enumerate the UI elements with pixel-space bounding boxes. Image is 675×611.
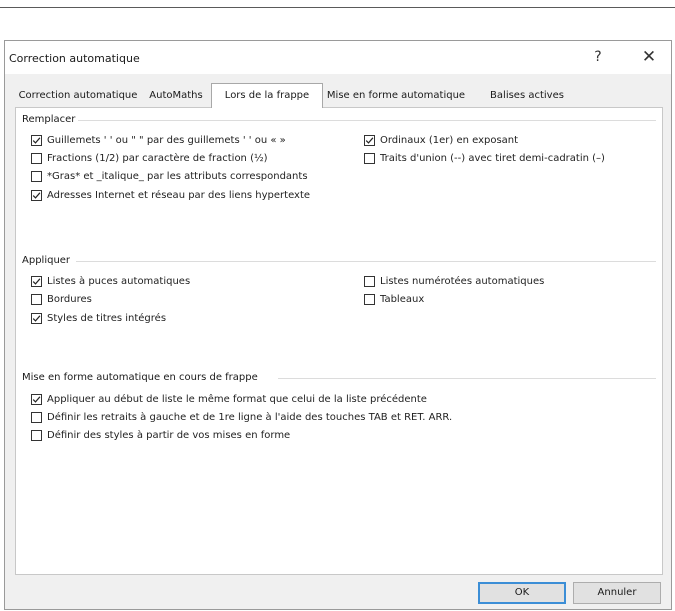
checkbox[interactable] xyxy=(31,135,42,146)
group-title-appliquer: Appliquer xyxy=(22,255,71,266)
option-label: Traits d'union (--) avec tiret demi-cadr… xyxy=(380,153,605,164)
group-divider xyxy=(76,261,656,262)
option-label: Appliquer au début de liste le même form… xyxy=(47,394,427,405)
group-title-remplacer: Remplacer xyxy=(22,114,76,125)
option-label: Listes numérotées automatiques xyxy=(380,276,545,287)
title-bar: Correction automatique ? ✕ xyxy=(5,41,671,74)
help-icon[interactable]: ? xyxy=(586,45,610,69)
option-label: Adresses Internet et réseau par des lien… xyxy=(47,190,311,201)
option-label: Guillemets ' ' ou " " par des guillemets… xyxy=(47,135,286,146)
group-title-mise-en-forme: Mise en forme automatique en cours de fr… xyxy=(22,372,258,383)
option-label: Fractions (1/2) par caractère de fractio… xyxy=(47,153,268,164)
checkbox[interactable] xyxy=(31,294,42,305)
window-top-border xyxy=(0,7,675,8)
checkbox[interactable] xyxy=(31,394,42,405)
checkbox[interactable] xyxy=(31,190,42,201)
option-label: *Gras* et _italique_ par les attributs c… xyxy=(47,171,308,182)
checkbox[interactable] xyxy=(364,153,375,164)
checkbox[interactable] xyxy=(364,276,375,287)
checkbox[interactable] xyxy=(31,171,42,182)
option-label: Définir des styles à partir de vos mises… xyxy=(47,430,291,441)
tab-lors-de-la-frappe[interactable]: Lors de la frappe xyxy=(211,83,323,108)
tab-panel: Remplacer Guillemets ' ' ou " " par des … xyxy=(15,107,663,575)
group-divider xyxy=(78,120,656,121)
close-icon[interactable]: ✕ xyxy=(635,45,663,69)
tab-balises-actives[interactable]: Balises actives xyxy=(471,86,583,106)
cancel-button[interactable]: Annuler xyxy=(573,582,661,604)
checkbox[interactable] xyxy=(31,153,42,164)
checkbox[interactable] xyxy=(364,294,375,305)
checkbox[interactable] xyxy=(31,412,42,423)
option-label: Tableaux xyxy=(380,294,425,305)
ok-button[interactable]: OK xyxy=(478,582,566,604)
checkbox[interactable] xyxy=(31,430,42,441)
option-label: Définir les retraits à gauche et de 1re … xyxy=(47,412,453,423)
group-divider xyxy=(278,378,656,379)
checkbox[interactable] xyxy=(31,313,42,324)
option-label: Styles de titres intégrés xyxy=(47,313,167,324)
dialog-title: Correction automatique xyxy=(9,52,140,65)
option-label: Bordures xyxy=(47,294,92,305)
option-label: Ordinaux (1er) en exposant xyxy=(380,135,519,146)
tab-mise-en-forme-automatique[interactable]: Mise en forme automatique xyxy=(321,86,471,106)
tab-automaths[interactable]: AutoMaths xyxy=(141,86,211,106)
option-label: Listes à puces automatiques xyxy=(47,276,191,287)
checkbox[interactable] xyxy=(31,276,42,287)
checkbox[interactable] xyxy=(364,135,375,146)
autocorrect-dialog: Correction automatique ? ✕ Correction au… xyxy=(4,40,672,610)
tab-correction-automatique[interactable]: Correction automatique xyxy=(15,86,141,106)
